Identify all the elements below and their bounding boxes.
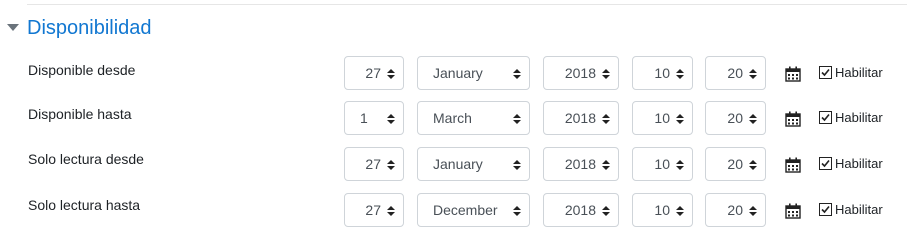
year-select[interactable]: 2018 [543, 101, 619, 135]
day-value: 27 [365, 156, 381, 172]
date-row-disponible-desde: Disponible desde 27 January 2018 10 20 H… [0, 56, 907, 94]
select-arrows-icon [387, 160, 395, 170]
hour-value: 10 [654, 156, 670, 172]
hour-select[interactable]: 10 [632, 193, 693, 227]
month-select[interactable]: January [417, 56, 530, 90]
year-value: 2018 [564, 202, 596, 218]
checkbox-checked-icon[interactable] [819, 157, 832, 170]
date-row-solo-lectura-desde: Solo lectura desde 27 January 2018 10 20… [0, 147, 907, 185]
month-select[interactable]: March [417, 101, 530, 135]
hour-value: 10 [654, 202, 670, 218]
checkbox-checked-icon[interactable] [819, 111, 832, 124]
hour-value: 10 [654, 65, 670, 81]
row-label: Solo lectura hasta [28, 197, 141, 213]
select-arrows-icon [602, 114, 610, 124]
enable-label: Habilitar [835, 65, 883, 80]
day-select[interactable]: 1 [344, 101, 404, 135]
day-value: 27 [365, 65, 381, 81]
enable-checkbox[interactable]: Habilitar [819, 110, 883, 125]
month-value: January [433, 156, 483, 172]
section-top-divider [27, 4, 907, 5]
calendar-icon[interactable] [785, 157, 801, 173]
enable-label: Habilitar [835, 156, 883, 171]
year-select[interactable]: 2018 [543, 193, 619, 227]
day-select[interactable]: 27 [344, 193, 404, 227]
select-arrows-icon [749, 160, 757, 170]
select-arrows-icon [676, 114, 684, 124]
calendar-icon[interactable] [785, 203, 801, 219]
caret-down-icon[interactable] [6, 21, 20, 35]
month-value: January [433, 65, 483, 81]
day-value: 1 [360, 110, 368, 126]
select-arrows-icon [676, 69, 684, 79]
minute-value: 20 [727, 110, 743, 126]
minute-value: 20 [727, 156, 743, 172]
month-select[interactable]: January [417, 147, 530, 181]
select-arrows-icon [513, 206, 521, 216]
select-arrows-icon [387, 206, 395, 216]
calendar-icon[interactable] [785, 66, 801, 82]
calendar-icon[interactable] [785, 111, 801, 127]
day-select[interactable]: 27 [344, 147, 404, 181]
enable-checkbox[interactable]: Habilitar [819, 156, 883, 171]
checkbox-checked-icon[interactable] [819, 203, 832, 216]
date-row-solo-lectura-hasta: Solo lectura hasta 27 December 2018 10 2… [0, 193, 907, 231]
month-select[interactable]: December [417, 193, 530, 227]
day-value: 27 [365, 202, 381, 218]
year-select[interactable]: 2018 [543, 56, 619, 90]
minute-select[interactable]: 20 [705, 147, 766, 181]
select-arrows-icon [387, 69, 395, 79]
select-arrows-icon [602, 69, 610, 79]
month-value: December [433, 202, 498, 218]
row-label: Disponible desde [28, 62, 136, 78]
minute-select[interactable]: 20 [705, 101, 766, 135]
hour-select[interactable]: 10 [632, 56, 693, 90]
select-arrows-icon [602, 206, 610, 216]
minute-value: 20 [727, 65, 743, 81]
minute-select[interactable]: 20 [705, 56, 766, 90]
row-label: Solo lectura desde [28, 151, 144, 167]
year-value: 2018 [564, 65, 596, 81]
enable-label: Habilitar [835, 202, 883, 217]
year-value: 2018 [564, 110, 596, 126]
select-arrows-icon [387, 114, 395, 124]
minute-value: 20 [727, 202, 743, 218]
select-arrows-icon [749, 206, 757, 216]
section-title[interactable]: Disponibilidad [27, 17, 152, 40]
checkbox-checked-icon[interactable] [819, 66, 832, 79]
select-arrows-icon [749, 69, 757, 79]
hour-value: 10 [654, 110, 670, 126]
enable-checkbox[interactable]: Habilitar [819, 65, 883, 80]
select-arrows-icon [513, 160, 521, 170]
hour-select[interactable]: 10 [632, 101, 693, 135]
select-arrows-icon [513, 69, 521, 79]
row-label: Disponible hasta [28, 106, 132, 122]
year-select[interactable]: 2018 [543, 147, 619, 181]
select-arrows-icon [676, 206, 684, 216]
select-arrows-icon [513, 114, 521, 124]
enable-label: Habilitar [835, 110, 883, 125]
minute-select[interactable]: 20 [705, 193, 766, 227]
select-arrows-icon [749, 114, 757, 124]
day-select[interactable]: 27 [344, 56, 404, 90]
year-value: 2018 [564, 156, 596, 172]
date-row-disponible-hasta: Disponible hasta 1 March 2018 10 20 Habi… [0, 101, 907, 139]
section-header-disponibilidad[interactable]: Disponibilidad [6, 14, 152, 42]
month-value: March [433, 110, 472, 126]
select-arrows-icon [602, 160, 610, 170]
enable-checkbox[interactable]: Habilitar [819, 202, 883, 217]
select-arrows-icon [676, 160, 684, 170]
hour-select[interactable]: 10 [632, 147, 693, 181]
